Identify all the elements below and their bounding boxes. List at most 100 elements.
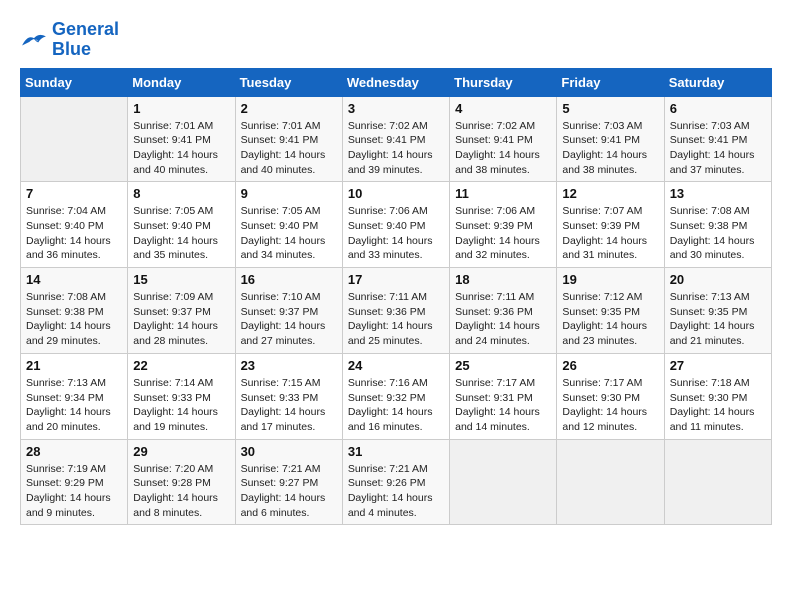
day-info: Sunrise: 7:03 AM Sunset: 9:41 PM Dayligh… [562, 119, 658, 178]
day-info: Sunrise: 7:06 AM Sunset: 9:39 PM Dayligh… [455, 204, 551, 263]
page-header: General Blue [20, 20, 772, 60]
calendar-day-cell: 29Sunrise: 7:20 AM Sunset: 9:28 PM Dayli… [128, 439, 235, 525]
calendar-header-row: SundayMondayTuesdayWednesdayThursdayFrid… [21, 68, 772, 96]
day-number: 26 [562, 358, 658, 373]
day-info: Sunrise: 7:09 AM Sunset: 9:37 PM Dayligh… [133, 290, 229, 349]
day-info: Sunrise: 7:13 AM Sunset: 9:34 PM Dayligh… [26, 376, 122, 435]
day-number: 31 [348, 444, 444, 459]
day-number: 22 [133, 358, 229, 373]
day-info: Sunrise: 7:17 AM Sunset: 9:30 PM Dayligh… [562, 376, 658, 435]
calendar-day-cell: 21 Sunrise: 7:13 AM Sunset: 9:34 PM Dayli… [21, 353, 128, 439]
day-info: Sunrise: 7:03 AM Sunset: 9:41 PM Dayligh… [670, 119, 766, 178]
day-info: Sunrise: 7:06 AM Sunset: 9:40 PM Dayligh… [348, 204, 444, 263]
calendar-day-cell: 31 Sunrise: 7:21 AM Sunset: 9:26 PM Dayli… [342, 439, 449, 525]
calendar-day-cell: 25Sunrise: 7:17 AM Sunset: 9:31 PM Dayli… [450, 353, 557, 439]
day-number: 28 [26, 444, 122, 459]
day-number: 16 [241, 272, 337, 287]
day-info: Sunrise: 7:16 AM Sunset: 9:32 PM Dayligh… [348, 376, 444, 435]
day-info: Sunrise: 7:20 AM Sunset: 9:28 PM Dayligh… [133, 462, 229, 521]
weekday-header: Wednesday [342, 68, 449, 96]
day-info: Sunrise: 7:07 AM Sunset: 9:39 PM Dayligh… [562, 204, 658, 263]
day-number: 13 [670, 186, 766, 201]
calendar-day-cell: 15 Sunrise: 7:09 AM Sunset: 9:37 PM Dayli… [128, 268, 235, 354]
calendar-day-cell: 14 Sunrise: 7:08 AM Sunset: 9:38 PM Dayli… [21, 268, 128, 354]
day-info: Sunrise: 7:04 AM Sunset: 9:40 PM Dayligh… [26, 204, 122, 263]
weekday-header: Thursday [450, 68, 557, 96]
day-info: Sunrise: 7:08 AM Sunset: 9:38 PM Dayligh… [670, 204, 766, 263]
calendar-week-row: 28Sunrise: 7:19 AM Sunset: 9:29 PM Dayli… [21, 439, 772, 525]
day-number: 21 [26, 358, 122, 373]
calendar-day-cell: 1 Sunrise: 7:01 AM Sunset: 9:41 PM Daylig… [128, 96, 235, 182]
day-info: Sunrise: 7:05 AM Sunset: 9:40 PM Dayligh… [241, 204, 337, 263]
calendar-day-cell: 27 Sunrise: 7:18 AM Sunset: 9:30 PM Dayli… [664, 353, 771, 439]
day-number: 27 [670, 358, 766, 373]
day-info: Sunrise: 7:21 AM Sunset: 9:26 PM Dayligh… [348, 462, 444, 521]
day-number: 11 [455, 186, 551, 201]
day-number: 10 [348, 186, 444, 201]
calendar-day-cell: 10 Sunrise: 7:06 AM Sunset: 9:40 PM Dayli… [342, 182, 449, 268]
day-info: Sunrise: 7:12 AM Sunset: 9:35 PM Dayligh… [562, 290, 658, 349]
calendar-day-cell: 7 Sunrise: 7:04 AM Sunset: 9:40 PM Daylig… [21, 182, 128, 268]
weekday-header: Friday [557, 68, 664, 96]
calendar-day-cell: 12 Sunrise: 7:07 AM Sunset: 9:39 PM Dayli… [557, 182, 664, 268]
day-info: Sunrise: 7:02 AM Sunset: 9:41 PM Dayligh… [348, 119, 444, 178]
logo-icon [20, 29, 48, 51]
calendar-day-cell: 11 Sunrise: 7:06 AM Sunset: 9:39 PM Dayli… [450, 182, 557, 268]
day-number: 3 [348, 101, 444, 116]
day-info: Sunrise: 7:18 AM Sunset: 9:30 PM Dayligh… [670, 376, 766, 435]
day-number: 24 [348, 358, 444, 373]
calendar-week-row: 7 Sunrise: 7:04 AM Sunset: 9:40 PM Daylig… [21, 182, 772, 268]
weekday-header: Monday [128, 68, 235, 96]
weekday-header: Tuesday [235, 68, 342, 96]
calendar-week-row: 14 Sunrise: 7:08 AM Sunset: 9:38 PM Dayli… [21, 268, 772, 354]
calendar-day-cell [21, 96, 128, 182]
day-number: 23 [241, 358, 337, 373]
calendar-day-cell: 20 Sunrise: 7:13 AM Sunset: 9:35 PM Dayli… [664, 268, 771, 354]
day-number: 4 [455, 101, 551, 116]
logo: General Blue [20, 20, 119, 60]
weekday-header: Saturday [664, 68, 771, 96]
day-number: 1 [133, 101, 229, 116]
day-number: 19 [562, 272, 658, 287]
calendar-day-cell: 19 Sunrise: 7:12 AM Sunset: 9:35 PM Dayli… [557, 268, 664, 354]
day-number: 9 [241, 186, 337, 201]
day-info: Sunrise: 7:11 AM Sunset: 9:36 PM Dayligh… [348, 290, 444, 349]
calendar-day-cell: 24 Sunrise: 7:16 AM Sunset: 9:32 PM Dayli… [342, 353, 449, 439]
day-info: Sunrise: 7:11 AM Sunset: 9:36 PM Dayligh… [455, 290, 551, 349]
calendar-day-cell [664, 439, 771, 525]
day-info: Sunrise: 7:01 AM Sunset: 9:41 PM Dayligh… [241, 119, 337, 178]
calendar-table: SundayMondayTuesdayWednesdayThursdayFrid… [20, 68, 772, 526]
day-info: Sunrise: 7:14 AM Sunset: 9:33 PM Dayligh… [133, 376, 229, 435]
day-number: 14 [26, 272, 122, 287]
calendar-day-cell: 16Sunrise: 7:10 AM Sunset: 9:37 PM Dayli… [235, 268, 342, 354]
day-info: Sunrise: 7:08 AM Sunset: 9:38 PM Dayligh… [26, 290, 122, 349]
day-info: Sunrise: 7:15 AM Sunset: 9:33 PM Dayligh… [241, 376, 337, 435]
day-number: 5 [562, 101, 658, 116]
day-number: 6 [670, 101, 766, 116]
calendar-day-cell: 4 Sunrise: 7:02 AM Sunset: 9:41 PM Daylig… [450, 96, 557, 182]
weekday-header: Sunday [21, 68, 128, 96]
day-number: 7 [26, 186, 122, 201]
calendar-day-cell: 5 Sunrise: 7:03 AM Sunset: 9:41 PM Daylig… [557, 96, 664, 182]
logo-text: General Blue [52, 20, 119, 60]
day-number: 2 [241, 101, 337, 116]
day-number: 17 [348, 272, 444, 287]
day-number: 30 [241, 444, 337, 459]
day-number: 20 [670, 272, 766, 287]
calendar-week-row: 1 Sunrise: 7:01 AM Sunset: 9:41 PM Daylig… [21, 96, 772, 182]
calendar-day-cell: 26 Sunrise: 7:17 AM Sunset: 9:30 PM Dayli… [557, 353, 664, 439]
calendar-day-cell [557, 439, 664, 525]
day-info: Sunrise: 7:13 AM Sunset: 9:35 PM Dayligh… [670, 290, 766, 349]
day-info: Sunrise: 7:01 AM Sunset: 9:41 PM Dayligh… [133, 119, 229, 178]
day-info: Sunrise: 7:05 AM Sunset: 9:40 PM Dayligh… [133, 204, 229, 263]
calendar-week-row: 21 Sunrise: 7:13 AM Sunset: 9:34 PM Dayli… [21, 353, 772, 439]
calendar-day-cell: 17 Sunrise: 7:11 AM Sunset: 9:36 PM Dayli… [342, 268, 449, 354]
calendar-day-cell: 22 Sunrise: 7:14 AM Sunset: 9:33 PM Dayli… [128, 353, 235, 439]
day-number: 8 [133, 186, 229, 201]
day-number: 25 [455, 358, 551, 373]
calendar-day-cell: 2 Sunrise: 7:01 AM Sunset: 9:41 PM Daylig… [235, 96, 342, 182]
day-info: Sunrise: 7:02 AM Sunset: 9:41 PM Dayligh… [455, 119, 551, 178]
day-number: 18 [455, 272, 551, 287]
day-number: 15 [133, 272, 229, 287]
day-number: 12 [562, 186, 658, 201]
